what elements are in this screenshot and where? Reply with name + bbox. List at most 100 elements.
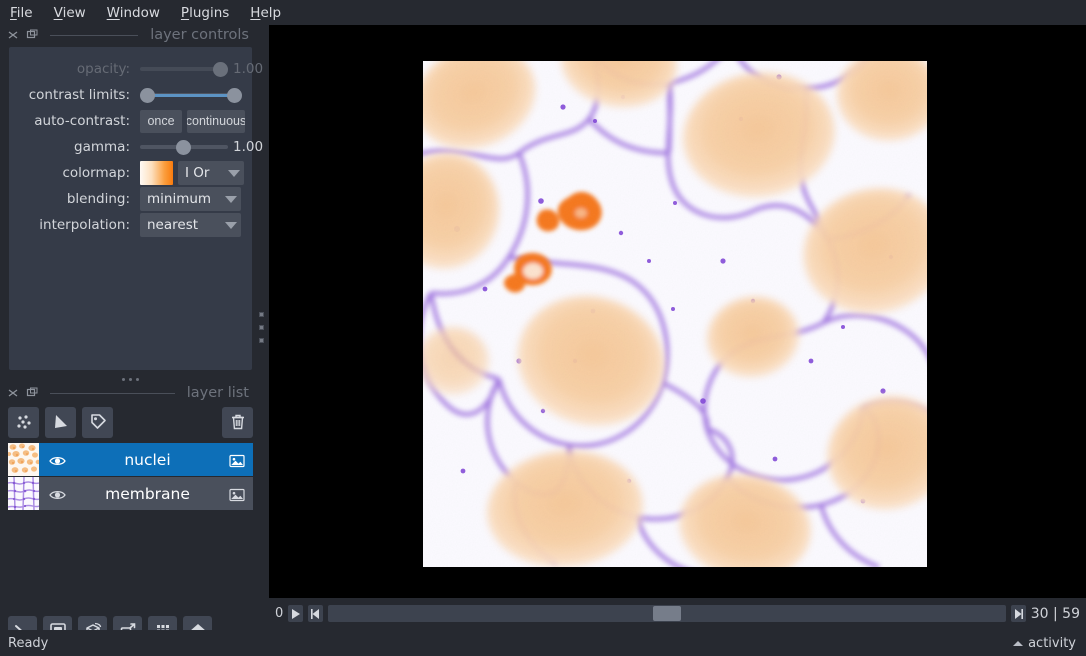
menu-plugins-rest: lugins: [189, 4, 230, 21]
image-icon: [229, 453, 245, 467]
dims-slider-handle[interactable]: [653, 606, 682, 621]
menu-item-plugins[interactable]: Plugins: [181, 3, 240, 23]
menu-item-file[interactable]: File: [10, 3, 44, 23]
dock-header-rule: [50, 392, 175, 394]
opacity-field: 1.00: [140, 56, 263, 82]
viewer-area: 0 30 | 59: [269, 25, 1086, 629]
colormap-swatch: [140, 161, 173, 185]
opacity-label: opacity:: [76, 61, 130, 77]
gamma-knob[interactable]: [176, 139, 191, 155]
opacity-slider[interactable]: [140, 59, 228, 79]
grip-dot: [136, 377, 139, 381]
blending-value: minimum: [147, 191, 212, 207]
layer-thumbnail-nuclei: [6, 443, 41, 476]
new-points-layer-button[interactable]: [8, 406, 39, 438]
image-icon: [229, 487, 245, 501]
contrast-limits-slider[interactable]: [140, 85, 242, 105]
chevron-down-icon: [228, 169, 240, 177]
menu-help-rest: elp: [260, 4, 282, 21]
splitter-dot: [258, 325, 264, 330]
chevron-down-icon: [225, 195, 237, 203]
cells3d-image: [423, 61, 927, 567]
interpolation-value: nearest: [147, 217, 199, 233]
contrast-limits-range: [147, 93, 235, 97]
layer-controls-dock-header: layer controls: [0, 25, 261, 45]
layer-list-toolbar: [8, 406, 253, 438]
close-icon[interactable]: [6, 29, 19, 42]
activity-button[interactable]: activity: [1013, 636, 1076, 651]
contrast-limits-label: contrast limits:: [28, 87, 130, 103]
splitter-dot: [258, 312, 264, 317]
float-window-icon[interactable]: [25, 29, 38, 42]
auto-contrast-continuous-button[interactable]: continuous: [187, 109, 245, 133]
close-icon[interactable]: [6, 387, 19, 400]
opacity-knob[interactable]: [213, 61, 228, 77]
gamma-field: 1.00: [140, 134, 263, 160]
gamma-slider[interactable]: [140, 137, 228, 157]
step-back-button[interactable]: [308, 605, 324, 622]
interpolation-field: nearest: [140, 212, 263, 238]
menu-window-rest: indow: [119, 4, 160, 21]
auto-contrast-label: auto-contrast:: [34, 113, 130, 129]
blending-field: minimum: [140, 186, 263, 212]
delete-layer-button[interactable]: [222, 406, 253, 438]
layer-name-nuclei: nuclei: [124, 450, 171, 469]
dims-slider-track[interactable]: [328, 605, 1006, 622]
layer-row-body-nuclei[interactable]: nuclei: [39, 443, 253, 476]
menu-plugins-accel: P: [180, 4, 190, 21]
blending-combobox[interactable]: minimum: [140, 187, 241, 211]
layer-controls-title: layer controls: [150, 27, 249, 43]
menu-view-accel: V: [53, 4, 63, 21]
dock-header-rule: [50, 34, 139, 36]
menu-item-view[interactable]: View: [54, 3, 97, 23]
auto-contrast-once-button[interactable]: once: [140, 109, 182, 133]
menu-file-rest: ile: [16, 4, 33, 21]
status-bar: Ready activity: [0, 630, 1086, 656]
dims-axis-label: 0: [275, 606, 284, 621]
play-button[interactable]: [288, 605, 304, 622]
menu-window-accel: W: [106, 4, 120, 21]
grip-dot: [129, 377, 132, 381]
contrast-limits-field: [140, 82, 263, 108]
layer-controls-grid: opacity: 1.00 contrast limits: auto-cont…: [9, 47, 263, 238]
panel-splitter[interactable]: [256, 25, 266, 630]
menu-file-accel: F: [10, 4, 17, 21]
dims-total-value: 59: [1062, 605, 1080, 622]
layer-controls-panel: opacity: 1.00 contrast limits: auto-cont…: [9, 47, 263, 370]
layer-thumbnail-membrane: [7, 476, 40, 511]
colormap-field: I Or: [140, 160, 263, 186]
canvas[interactable]: [269, 25, 1086, 598]
new-shapes-layer-button[interactable]: [45, 406, 76, 438]
step-forward-button[interactable]: [1010, 605, 1026, 622]
gamma-label: gamma:: [74, 139, 130, 155]
layer-list: nuclei membrane: [6, 443, 253, 511]
chevron-down-icon: [225, 221, 237, 229]
dims-separator: |: [1053, 605, 1058, 622]
left-dock-column: layer controls opacity: 1.00 contrast li…: [0, 25, 263, 656]
colormap-combobox[interactable]: I Or: [178, 161, 244, 185]
new-labels-layer-button[interactable]: [82, 406, 113, 438]
layer-name-membrane: membrane: [105, 484, 190, 503]
menu-item-window[interactable]: Window: [107, 3, 171, 23]
layer-row-body-membrane[interactable]: membrane: [39, 477, 253, 510]
visibility-eye-icon[interactable]: [49, 487, 66, 501]
status-message: Ready: [8, 635, 49, 651]
dims-slider-row: 0 30 | 59: [269, 598, 1086, 629]
menu-help-accel: H: [250, 4, 261, 21]
layer-row-membrane[interactable]: membrane: [7, 476, 253, 511]
contrast-limits-high-knob[interactable]: [227, 87, 242, 103]
float-window-icon[interactable]: [25, 387, 38, 400]
auto-contrast-field: once continuous: [140, 108, 263, 134]
menu-bar: File View Window Plugins Help: [0, 0, 1086, 25]
visibility-eye-icon[interactable]: [49, 453, 66, 467]
activity-label: activity: [1028, 635, 1076, 651]
napari-viewer-window: File View Window Plugins Help layer cont…: [0, 0, 1086, 656]
layer-row-nuclei[interactable]: nuclei: [6, 443, 253, 476]
grip-dot: [122, 377, 125, 381]
chevron-up-icon: [1013, 640, 1024, 646]
interpolation-combobox[interactable]: nearest: [140, 213, 241, 237]
menu-view-rest: iew: [62, 4, 86, 21]
dims-index-readout: 30 | 59: [1031, 606, 1080, 622]
menu-item-help[interactable]: Help: [250, 3, 292, 23]
contrast-limits-low-knob[interactable]: [140, 87, 155, 103]
